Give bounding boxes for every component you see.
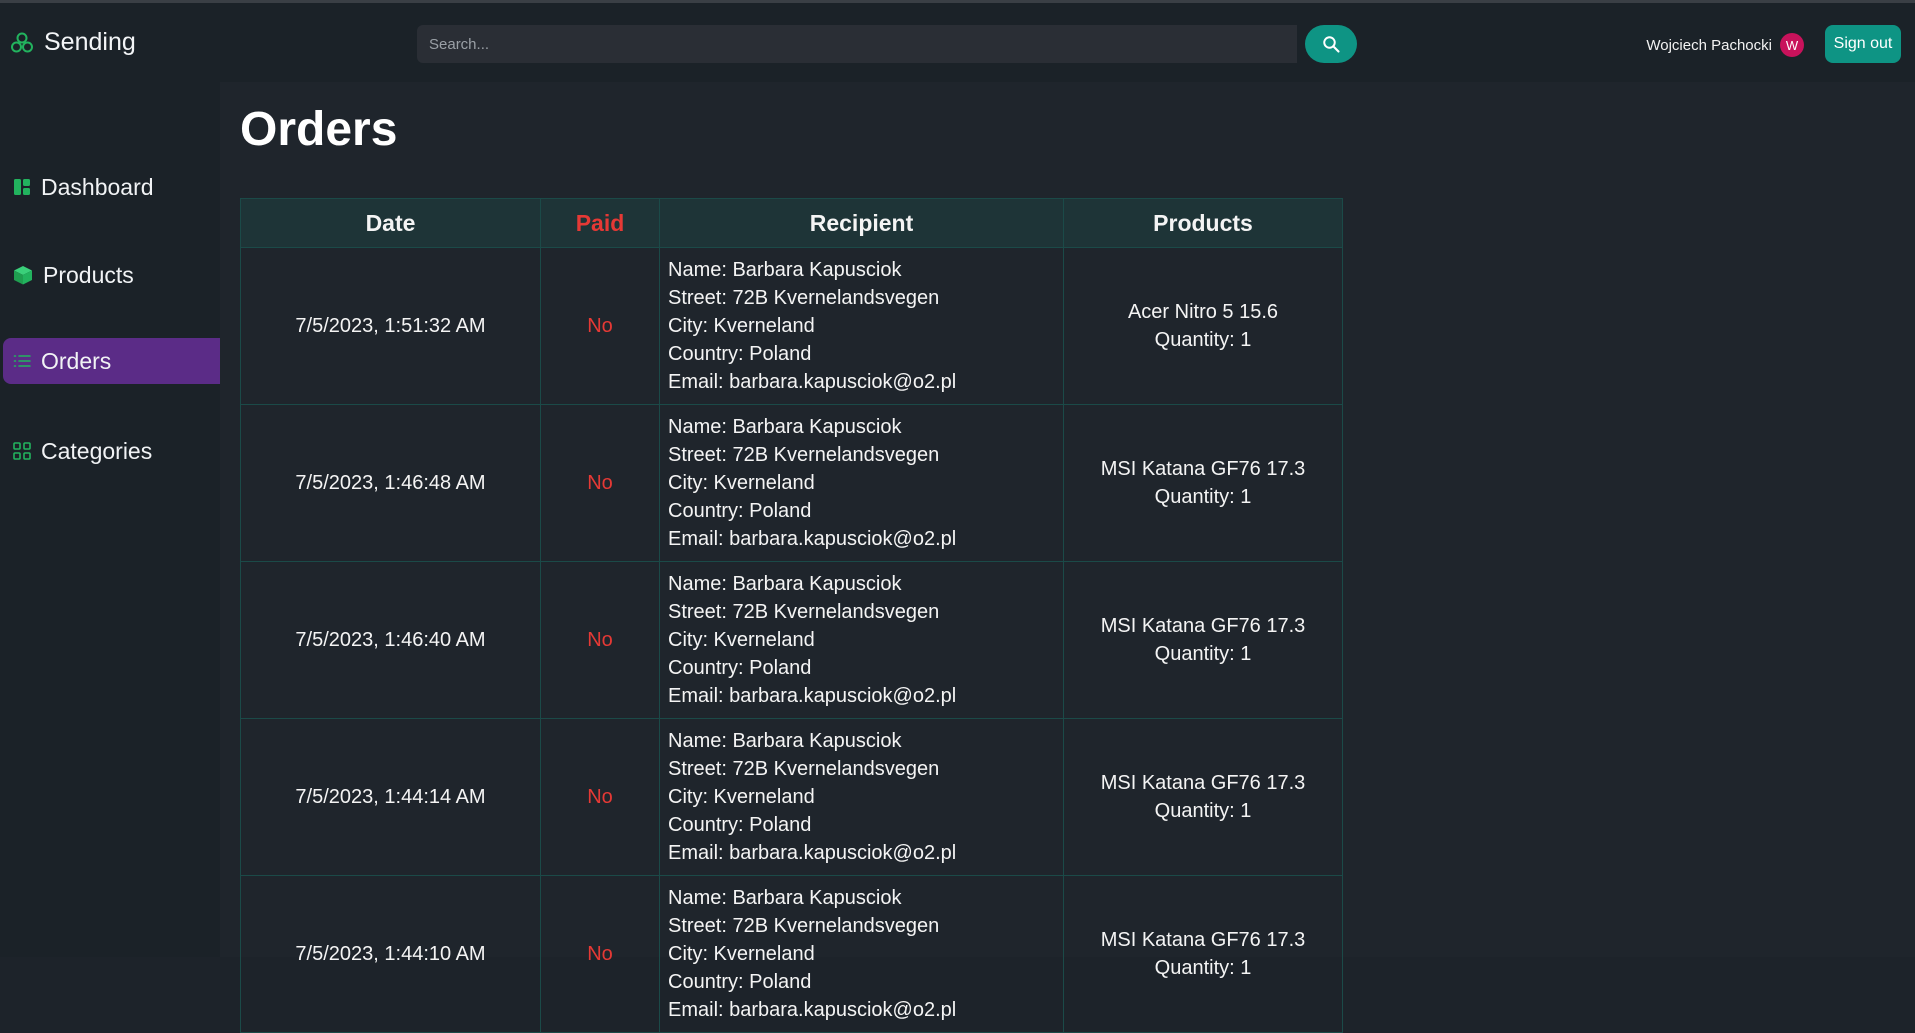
order-date: 7/5/2023, 1:51:32 AM [240, 247, 541, 405]
cube-icon [14, 266, 32, 285]
recipient-name: Name: Barbara Kapusciok [668, 730, 902, 752]
table-row: 7/5/2023, 1:44:10 AM No Name: Barbara Ka… [240, 875, 1343, 1033]
top-header: Sending Wojciech Pachocki W Sign out [0, 3, 1915, 82]
product-details: Acer Nitro 5 15.6 Quantity: 1 [1063, 247, 1343, 405]
recipient-street: Street: 72B Kvernelandsvegen [668, 601, 940, 623]
column-header-products: Products [1063, 198, 1343, 248]
product-details: MSI Katana GF76 17.3 Quantity: 1 [1063, 875, 1343, 1033]
recipient-details: Name: Barbara Kapusciok Street: 72B Kver… [659, 561, 1064, 719]
order-date: 7/5/2023, 1:46:40 AM [240, 561, 541, 719]
user-name: Wojciech Pachocki [1646, 36, 1772, 54]
recipient-country: Country: Poland [668, 343, 812, 365]
product-quantity: Quantity: 1 [1154, 643, 1252, 665]
sidebar-item-products[interactable]: Products [3, 252, 220, 298]
product-name: MSI Katana GF76 17.3 [1100, 615, 1306, 637]
recipient-country: Country: Poland [668, 500, 812, 522]
app-logo[interactable]: Sending [10, 28, 136, 57]
recipient-name: Name: Barbara Kapusciok [668, 887, 902, 909]
search-icon [1323, 36, 1340, 53]
recipient-name: Name: Barbara Kapusciok [668, 573, 902, 595]
logo-icon [11, 32, 33, 52]
recipient-city: City: Kverneland [668, 315, 815, 337]
list-icon [13, 355, 31, 367]
column-header-recipient: Recipient [659, 198, 1064, 248]
recipient-street: Street: 72B Kvernelandsvegen [668, 758, 940, 780]
product-details: MSI Katana GF76 17.3 Quantity: 1 [1063, 404, 1343, 562]
column-header-paid: Paid [540, 198, 660, 248]
paid-status: No [540, 247, 660, 405]
recipient-details: Name: Barbara Kapusciok Street: 72B Kver… [659, 718, 1064, 876]
table-header-row: Date Paid Recipient Products [240, 198, 1343, 248]
recipient-name: Name: Barbara Kapusciok [668, 259, 902, 281]
recipient-details: Name: Barbara Kapusciok Street: 72B Kver… [659, 404, 1064, 562]
recipient-city: City: Kverneland [668, 943, 815, 965]
recipient-city: City: Kverneland [668, 786, 815, 808]
recipient-email: Email: barbara.kapusciok@o2.pl [668, 371, 957, 393]
sidebar-item-label: Products [43, 261, 134, 288]
grid-icon [13, 442, 31, 460]
sidebar: Dashboard Products Orders Categories [0, 82, 220, 957]
sidebar-item-label: Orders [41, 347, 112, 374]
product-name: Acer Nitro 5 15.6 [1127, 301, 1279, 323]
search-button[interactable] [1305, 25, 1357, 63]
product-quantity: Quantity: 1 [1154, 486, 1252, 508]
product-quantity: Quantity: 1 [1154, 329, 1252, 351]
sidebar-item-label: Dashboard [41, 173, 154, 200]
order-date: 7/5/2023, 1:44:14 AM [240, 718, 541, 876]
recipient-country: Country: Poland [668, 971, 812, 993]
recipient-street: Street: 72B Kvernelandsvegen [668, 287, 940, 309]
recipient-details: Name: Barbara Kapusciok Street: 72B Kver… [659, 875, 1064, 1033]
paid-status: No [540, 404, 660, 562]
product-name: MSI Katana GF76 17.3 [1100, 772, 1306, 794]
table-row: 7/5/2023, 1:44:14 AM No Name: Barbara Ka… [240, 718, 1343, 876]
recipient-email: Email: barbara.kapusciok@o2.pl [668, 999, 957, 1021]
sidebar-item-orders[interactable]: Orders [3, 338, 220, 384]
app-name: Sending [44, 28, 136, 56]
orders-table: Date Paid Recipient Products 7/5/2023, 1… [240, 198, 1343, 1033]
table-row: 7/5/2023, 1:51:32 AM No Name: Barbara Ka… [240, 247, 1343, 405]
recipient-email: Email: barbara.kapusciok@o2.pl [668, 685, 957, 707]
user-info: Wojciech Pachocki W [1646, 33, 1804, 57]
table-row: 7/5/2023, 1:46:40 AM No Name: Barbara Ka… [240, 561, 1343, 719]
product-name: MSI Katana GF76 17.3 [1100, 458, 1306, 480]
recipient-email: Email: barbara.kapusciok@o2.pl [668, 842, 957, 864]
recipient-name: Name: Barbara Kapusciok [668, 416, 902, 438]
product-details: MSI Katana GF76 17.3 Quantity: 1 [1063, 718, 1343, 876]
recipient-city: City: Kverneland [668, 472, 815, 494]
recipient-details: Name: Barbara Kapusciok Street: 72B Kver… [659, 247, 1064, 405]
product-details: MSI Katana GF76 17.3 Quantity: 1 [1063, 561, 1343, 719]
recipient-city: City: Kverneland [668, 629, 815, 651]
order-date: 7/5/2023, 1:44:10 AM [240, 875, 541, 1033]
order-date: 7/5/2023, 1:46:48 AM [240, 404, 541, 562]
recipient-street: Street: 72B Kvernelandsvegen [668, 915, 940, 937]
product-quantity: Quantity: 1 [1154, 800, 1252, 822]
recipient-country: Country: Poland [668, 657, 812, 679]
paid-status: No [540, 875, 660, 1033]
product-quantity: Quantity: 1 [1154, 957, 1252, 979]
search-bar [417, 25, 1357, 63]
dashboard-icon [14, 179, 30, 195]
recipient-street: Street: 72B Kvernelandsvegen [668, 444, 940, 466]
column-header-date: Date [240, 198, 541, 248]
main-content: Orders Date Paid Recipient Products 7/5/… [220, 82, 1915, 1033]
product-name: MSI Katana GF76 17.3 [1100, 929, 1306, 951]
page-title: Orders [240, 103, 398, 156]
recipient-email: Email: barbara.kapusciok@o2.pl [668, 528, 957, 550]
search-input[interactable] [417, 25, 1297, 63]
avatar[interactable]: W [1780, 33, 1804, 57]
table-row: 7/5/2023, 1:46:48 AM No Name: Barbara Ka… [240, 404, 1343, 562]
paid-status: No [540, 561, 660, 719]
sidebar-item-dashboard[interactable]: Dashboard [3, 164, 220, 210]
sidebar-item-label: Categories [41, 437, 153, 464]
recipient-country: Country: Poland [668, 814, 812, 836]
sign-out-button[interactable]: Sign out [1825, 25, 1901, 63]
paid-status: No [540, 718, 660, 876]
sidebar-item-categories[interactable]: Categories [3, 428, 220, 474]
